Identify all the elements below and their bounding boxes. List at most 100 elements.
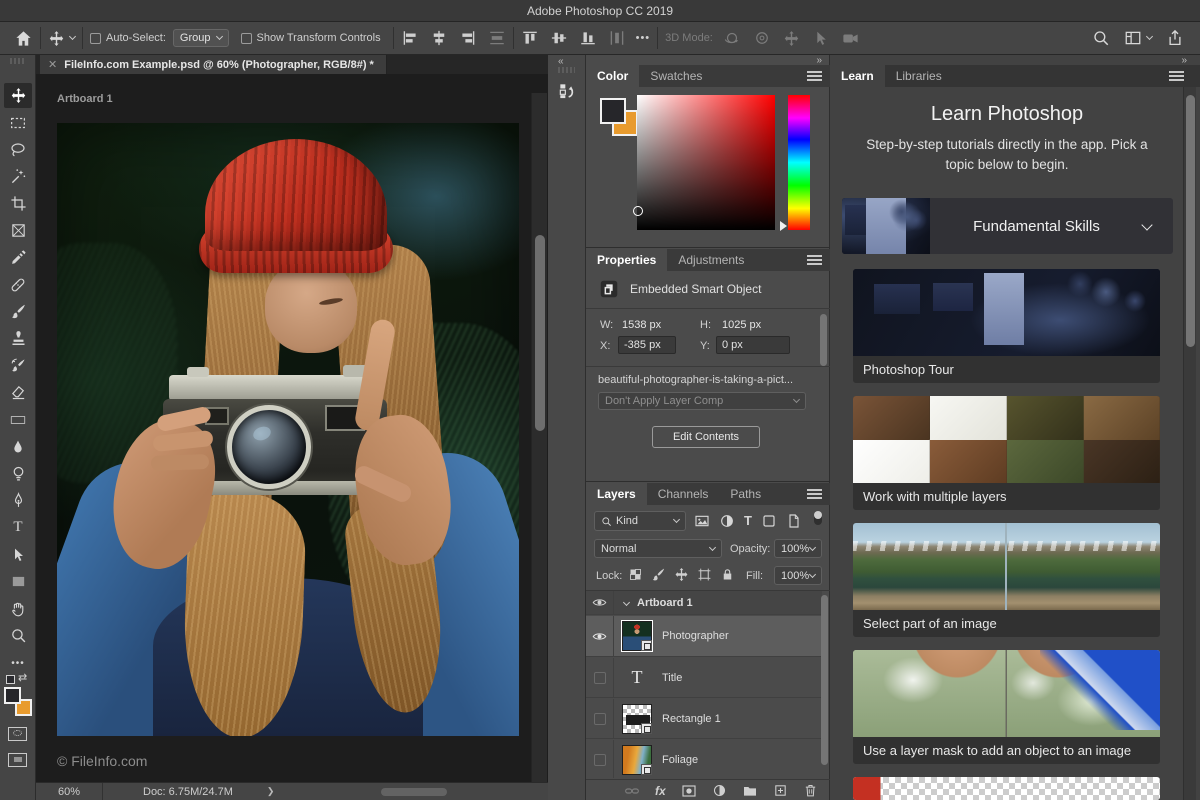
edit-contents-button[interactable]: Edit Contents <box>652 426 760 448</box>
hand-tool[interactable] <box>4 596 32 621</box>
show-transform-checkbox[interactable]: Show Transform Controls <box>240 32 381 44</box>
tab-swatches[interactable]: Swatches <box>639 65 713 87</box>
blend-mode-dropdown[interactable]: Normal <box>594 539 722 558</box>
distribute-v-button[interactable] <box>608 29 626 47</box>
close-tab-icon[interactable]: ✕ <box>48 58 57 71</box>
panel-menu-icon[interactable] <box>807 255 822 265</box>
move-tool[interactable] <box>4 83 32 108</box>
history-panel-button[interactable] <box>553 77 580 104</box>
screen-mode-button[interactable] <box>8 753 27 767</box>
align-right-button[interactable] <box>459 29 477 47</box>
hue-slider-marker[interactable] <box>780 221 787 231</box>
tutorial-card-multiple-layers[interactable]: Work with multiple layers <box>853 396 1160 510</box>
panel-menu-icon[interactable] <box>807 489 822 499</box>
3d-roll-icon[interactable] <box>753 29 771 47</box>
visibility-checkbox[interactable] <box>593 753 606 766</box>
pen-tool[interactable] <box>4 488 32 513</box>
tab-color[interactable]: Color <box>586 65 640 87</box>
swap-colors-icon[interactable]: ⇄ <box>18 671 30 684</box>
panel-drag-handle[interactable] <box>10 58 25 64</box>
expand-chevron-icon[interactable] <box>622 598 631 607</box>
canvas-area[interactable]: Artboard 1 © FileInfo.com <box>36 74 548 782</box>
link-layers-icon[interactable] <box>624 783 640 799</box>
3d-orbit-icon[interactable] <box>723 29 741 47</box>
more-options-button[interactable]: ••• <box>636 32 651 44</box>
filter-adjustment-icon[interactable] <box>719 513 735 529</box>
panel-menu-icon[interactable] <box>807 71 822 81</box>
layer-row-photographer[interactable]: Photographer <box>586 616 822 657</box>
auto-select-checkbox[interactable]: Auto-Select: <box>90 32 166 44</box>
layer-comp-dropdown[interactable]: Don't Apply Layer Comp <box>598 392 806 410</box>
healing-brush-tool[interactable] <box>4 272 32 297</box>
document-tab[interactable]: ✕ FileInfo.com Example.psd @ 60% (Photog… <box>40 55 387 74</box>
zoom-tool[interactable] <box>4 623 32 648</box>
scrollbar-thumb[interactable] <box>821 595 828 765</box>
tab-adjustments[interactable]: Adjustments <box>667 249 755 271</box>
tab-channels[interactable]: Channels <box>647 483 720 505</box>
workspace-switcher[interactable] <box>1124 29 1154 47</box>
tutorial-card-layer-mask[interactable]: Use a layer mask to add an object to an … <box>853 650 1160 764</box>
marquee-tool[interactable] <box>4 110 32 135</box>
color-field[interactable] <box>633 95 775 230</box>
lasso-tool[interactable] <box>4 137 32 162</box>
add-adjustment-icon[interactable] <box>712 783 727 798</box>
rectangle-tool[interactable] <box>4 569 32 594</box>
opacity-dropdown[interactable]: 100% <box>774 539 822 558</box>
blur-tool[interactable] <box>4 434 32 459</box>
lock-transparency-icon[interactable] <box>628 567 643 582</box>
layer-style-icon[interactable]: fx <box>655 784 666 798</box>
clone-stamp-tool[interactable] <box>4 326 32 351</box>
filter-smart-object-icon[interactable] <box>786 513 802 529</box>
gradient-tool[interactable] <box>4 407 32 432</box>
learn-scrollbar[interactable] <box>1183 87 1196 800</box>
foreground-color-swatch[interactable] <box>600 98 626 124</box>
quick-mask-button[interactable] <box>8 727 27 741</box>
status-expand-icon[interactable]: ❯ <box>267 786 275 797</box>
lock-artboard-icon[interactable] <box>697 567 712 582</box>
foreground-color-swatch[interactable] <box>4 687 21 704</box>
3d-slide-icon[interactable] <box>812 30 829 47</box>
visibility-checkbox[interactable] <box>593 712 606 725</box>
add-mask-icon[interactable] <box>681 783 697 799</box>
tab-layers[interactable]: Layers <box>586 483 647 505</box>
tab-paths[interactable]: Paths <box>719 483 772 505</box>
canvas-vertical-scrollbar[interactable] <box>531 93 547 782</box>
align-center-v-button[interactable] <box>550 29 568 47</box>
new-group-icon[interactable] <box>742 783 758 799</box>
width-value[interactable]: 1538 px <box>622 319 661 331</box>
scrollbar-thumb[interactable] <box>535 235 545 431</box>
align-center-h-button[interactable] <box>430 29 448 47</box>
visibility-eye-icon[interactable] <box>592 629 607 644</box>
y-position-input[interactable]: 0 px <box>716 336 790 354</box>
distribute-h-button[interactable] <box>488 29 506 47</box>
layer-row-foliage[interactable]: Foliage <box>586 740 822 778</box>
visibility-eye-icon[interactable] <box>592 595 607 610</box>
default-colors-icon[interactable] <box>6 675 15 684</box>
tutorial-card-partial[interactable] <box>853 777 1160 800</box>
layer-row-rectangle[interactable]: Rectangle 1 <box>586 699 822 739</box>
accordion-fundamental-skills[interactable]: Fundamental Skills <box>842 198 1173 254</box>
eyedropper-tool[interactable] <box>4 245 32 270</box>
home-button[interactable] <box>14 29 33 48</box>
frame-tool[interactable] <box>4 218 32 243</box>
hue-slider[interactable] <box>788 95 810 230</box>
filter-toggle[interactable] <box>814 511 822 525</box>
artboard-photo[interactable] <box>57 123 519 736</box>
history-brush-tool[interactable] <box>4 353 32 378</box>
lock-all-icon[interactable] <box>720 567 735 582</box>
align-top-button[interactable] <box>521 29 539 47</box>
crop-tool[interactable] <box>4 191 32 216</box>
lock-position-icon[interactable] <box>674 567 689 582</box>
layer-row-title[interactable]: T Title <box>586 658 822 698</box>
color-picker-marker[interactable] <box>633 206 643 216</box>
artboard-label[interactable]: Artboard 1 <box>57 93 113 105</box>
tutorial-card-select-image[interactable]: Select part of an image <box>853 523 1160 637</box>
quick-selection-tool[interactable] <box>4 164 32 189</box>
checkbox-icon[interactable] <box>240 32 252 44</box>
layer-row-artboard[interactable]: Artboard 1 <box>586 591 822 615</box>
panel-drag-handle[interactable] <box>558 67 575 73</box>
panel-menu-icon[interactable] <box>1169 71 1184 81</box>
layer-filter-dropdown[interactable]: Kind <box>594 511 686 531</box>
lock-pixels-icon[interactable] <box>651 567 666 582</box>
align-bottom-button[interactable] <box>579 29 597 47</box>
